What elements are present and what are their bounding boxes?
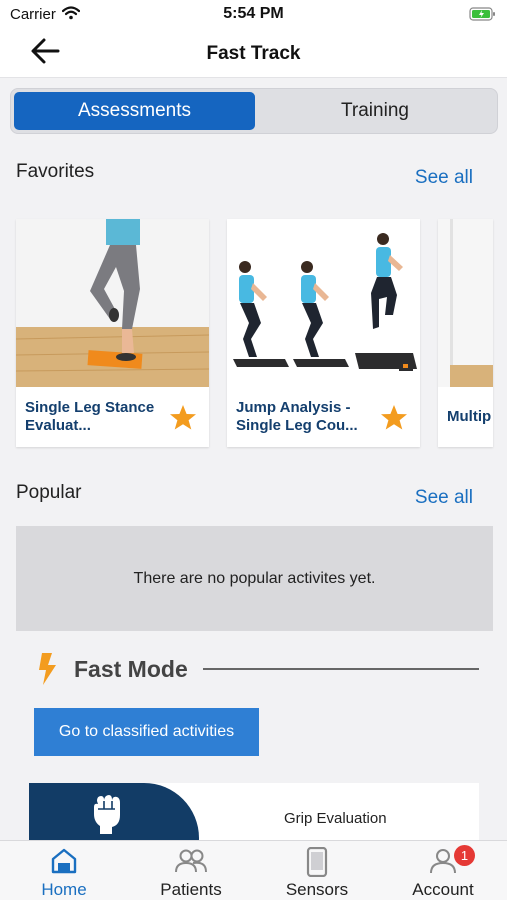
favorite-card[interactable]: Jump Analysis - Single Leg Cou... <box>227 219 420 447</box>
arrow-left-icon <box>31 38 60 64</box>
grip-evaluation-label: Grip Evaluation <box>284 810 387 827</box>
favorites-see-all-link[interactable]: See all <box>415 167 473 189</box>
card-title: Jump Analysis - Single Leg Cou... <box>236 399 358 434</box>
tab-sensors[interactable]: Sensors <box>254 841 380 900</box>
back-button[interactable] <box>28 36 68 72</box>
popular-heading: Popular <box>16 482 82 503</box>
jump-analysis-image <box>227 219 420 387</box>
star-icon[interactable] <box>169 404 197 431</box>
card-image <box>438 219 493 387</box>
tab-assessments[interactable]: Assessments <box>14 92 255 130</box>
grip-evaluation-card[interactable]: Grip Evaluation <box>29 783 479 843</box>
go-to-classified-activities-button[interactable]: Go to classified activities <box>34 708 259 756</box>
status-bar: Carrier 5:54 PM <box>0 0 507 30</box>
notification-badge: 1 <box>454 845 475 866</box>
empty-message: There are no popular activites yet. <box>133 569 376 587</box>
segmented-control: Assessments Training <box>10 88 498 134</box>
tab-home-label: Home <box>41 880 87 899</box>
home-icon <box>51 848 77 874</box>
star-icon[interactable] <box>380 404 408 431</box>
tab-training[interactable]: Training <box>255 92 495 130</box>
card-title: Single Leg Stance Evaluat... <box>25 399 155 434</box>
tab-bar: Home Patients Sensors 1 Account <box>0 840 507 900</box>
fast-mode-heading: Fast Mode <box>74 656 188 682</box>
tab-sensors-label: Sensors <box>285 880 349 899</box>
card-title: Multip <box>447 408 492 425</box>
status-time: 5:54 PM <box>223 5 284 22</box>
battery-icon <box>469 6 497 27</box>
popular-see-all-link[interactable]: See all <box>415 487 473 509</box>
favorite-card[interactable]: Single Leg Stance Evaluat... <box>16 219 209 447</box>
patients-icon <box>175 849 207 873</box>
fist-icon <box>94 795 120 834</box>
divider <box>203 668 479 670</box>
popular-empty-state: There are no popular activites yet. <box>16 526 493 631</box>
single-leg-stance-image <box>16 219 209 387</box>
account-icon <box>430 849 456 874</box>
grip-badge <box>29 783 199 843</box>
tab-account-label: Account <box>412 880 474 899</box>
tab-patients-label: Patients <box>160 880 222 899</box>
tab-account[interactable]: 1 Account <box>380 841 506 900</box>
page-title: Fast Track <box>206 43 301 64</box>
navigation-bar: Fast Track <box>0 30 507 78</box>
sensor-icon <box>306 847 328 877</box>
favorite-card[interactable]: Multip <box>438 219 493 447</box>
tab-home[interactable]: Home <box>1 841 127 900</box>
lightning-bolt-icon <box>39 653 56 685</box>
favorites-heading: Favorites <box>16 161 95 182</box>
tab-patients[interactable]: Patients <box>128 841 254 900</box>
